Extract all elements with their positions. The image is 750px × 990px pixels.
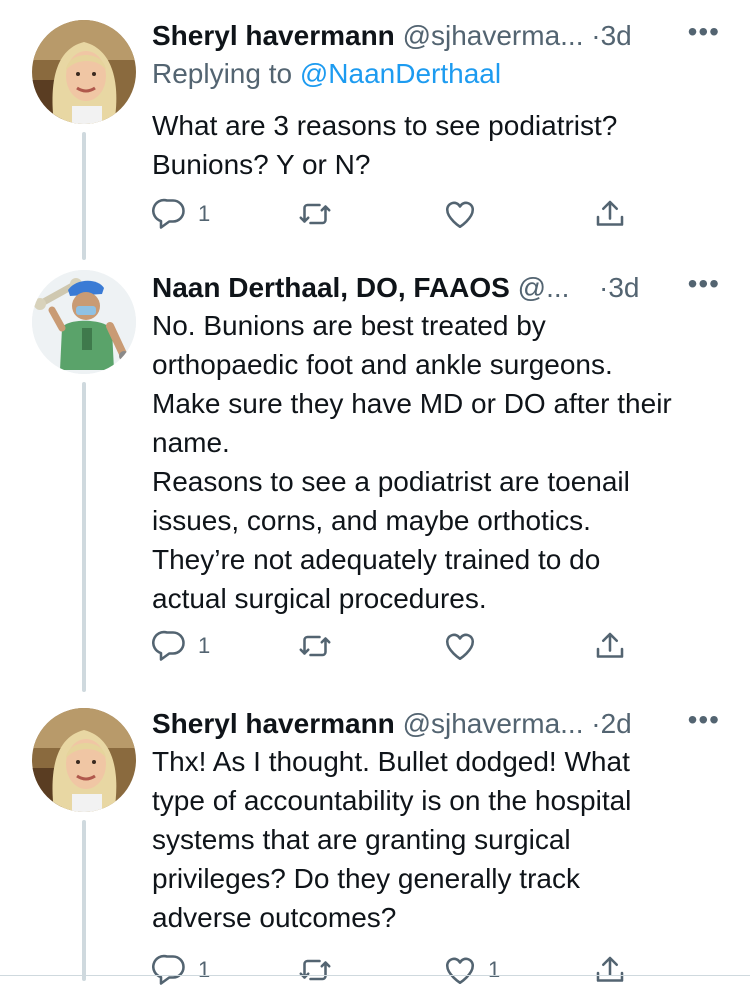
- separator-dot: ·: [598, 272, 609, 303]
- tweet-text-line: issues, corns, and maybe orthotics.: [152, 505, 591, 536]
- more-options-icon[interactable]: •••: [688, 14, 720, 50]
- share-upload-icon: [592, 196, 628, 232]
- tweet-text: What are 3 reasons to see podiatrist? Bu…: [152, 106, 737, 184]
- author-handle[interactable]: @sjhaverma...: [403, 20, 584, 51]
- replying-to-prefix: Replying to: [152, 58, 293, 89]
- tweet-text-line: What are 3 reasons to see podiatrist?: [152, 110, 618, 141]
- tweet-text-line: privileges? Do they generally track: [152, 863, 580, 894]
- speech-bubble-icon: [152, 196, 188, 232]
- tweet-1[interactable]: Sheryl havermann @sjhaverma... ·3d ••• R…: [0, 14, 750, 260]
- action-bar: 1: [152, 626, 642, 666]
- like-button[interactable]: [442, 194, 488, 234]
- timestamp[interactable]: 2d: [601, 708, 632, 739]
- tweet-text-line: adverse outcomes?: [152, 902, 397, 933]
- tweet-text-line: type of accountability is on the hospita…: [152, 785, 632, 816]
- tweet-3[interactable]: Sheryl havermann @sjhaverma... ·2d ••• T…: [0, 704, 750, 985]
- timestamp[interactable]: 3d: [608, 272, 639, 303]
- speech-bubble-icon: [152, 628, 188, 664]
- share-upload-icon: [592, 952, 628, 988]
- author-name[interactable]: Sheryl havermann: [152, 20, 395, 51]
- author-name[interactable]: Naan Derthaal, DO, FAAOS: [152, 272, 510, 303]
- retweet-button[interactable]: [297, 194, 343, 234]
- more-options-icon[interactable]: •••: [688, 702, 720, 738]
- tweet-header: Naan Derthaal, DO, FAAOS @... ·3d •••: [152, 268, 720, 306]
- share-button[interactable]: [592, 194, 628, 234]
- tweet-text: Thx! As I thought. Bullet dodged! What t…: [152, 742, 737, 937]
- retweet-arrows-icon: [297, 628, 333, 664]
- retweet-button[interactable]: [297, 626, 343, 666]
- retweet-button[interactable]: [297, 950, 343, 990]
- thread-line: [82, 820, 86, 981]
- avatar-naan[interactable]: [32, 270, 136, 374]
- tweet-text-line: Bunions? Y or N?: [152, 149, 371, 180]
- share-upload-icon: [592, 628, 628, 664]
- tweet-text-line: orthopaedic foot and ankle surgeons.: [152, 349, 613, 380]
- reply-count: 1: [198, 957, 211, 982]
- thread-line: [82, 132, 86, 260]
- author-handle[interactable]: @...: [518, 272, 570, 303]
- like-button[interactable]: [442, 626, 488, 666]
- author-handle[interactable]: @sjhaverma...: [403, 708, 584, 739]
- tweet-text-line: Reasons to see a podiatrist are toenail: [152, 466, 630, 497]
- like-count: 1: [488, 957, 501, 982]
- more-options-icon[interactable]: •••: [688, 266, 720, 302]
- reply-count: 1: [198, 633, 211, 658]
- tweet-text-line: Make sure they have MD or DO after their: [152, 388, 672, 419]
- action-bar: 1: [152, 194, 642, 234]
- reply-count: 1: [198, 201, 211, 226]
- like-button[interactable]: 1: [442, 950, 500, 990]
- avatar-sheryl[interactable]: [32, 708, 136, 812]
- reply-button[interactable]: 1: [152, 950, 210, 990]
- replying-to: Replying to @NaanDerthaal: [152, 56, 501, 92]
- reply-button[interactable]: 1: [152, 194, 210, 234]
- retweet-arrows-icon: [297, 196, 333, 232]
- action-bar: 1 1: [152, 950, 642, 990]
- divider: [0, 975, 750, 976]
- tweet-text-line: No. Bunions are best treated by: [152, 310, 546, 341]
- heart-icon: [442, 952, 478, 988]
- tweet-header: Sheryl havermann @sjhaverma... ·2d •••: [152, 704, 720, 742]
- tweet-text-line: name.: [152, 427, 230, 458]
- retweet-arrows-icon: [297, 952, 333, 988]
- tweet-text: No. Bunions are best treated by orthopae…: [152, 306, 737, 618]
- separator-dot: ·: [591, 708, 601, 739]
- separator-dot: ·: [591, 20, 601, 51]
- avatar-sheryl[interactable]: [32, 20, 136, 124]
- tweet-text-line: systems that are granting surgical: [152, 824, 571, 855]
- heart-icon: [442, 196, 478, 232]
- author-name[interactable]: Sheryl havermann: [152, 708, 395, 739]
- replying-to-link[interactable]: @NaanDerthaal: [300, 58, 501, 89]
- heart-icon: [442, 628, 478, 664]
- tweet-header: Sheryl havermann @sjhaverma... ·3d •••: [152, 16, 720, 54]
- tweet-text-line: They’re not adequately trained to do: [152, 544, 601, 575]
- timestamp[interactable]: 3d: [601, 20, 632, 51]
- tweet-text-line: actual surgical procedures.: [152, 583, 487, 614]
- thread-line: [82, 382, 86, 692]
- tweet-text-line: Thx! As I thought. Bullet dodged! What: [152, 746, 630, 777]
- reply-button[interactable]: 1: [152, 626, 210, 666]
- share-button[interactable]: [592, 626, 628, 666]
- speech-bubble-icon: [152, 952, 188, 988]
- tweet-2[interactable]: Naan Derthaal, DO, FAAOS @... ·3d ••• No…: [0, 268, 750, 692]
- share-button[interactable]: [592, 950, 628, 990]
